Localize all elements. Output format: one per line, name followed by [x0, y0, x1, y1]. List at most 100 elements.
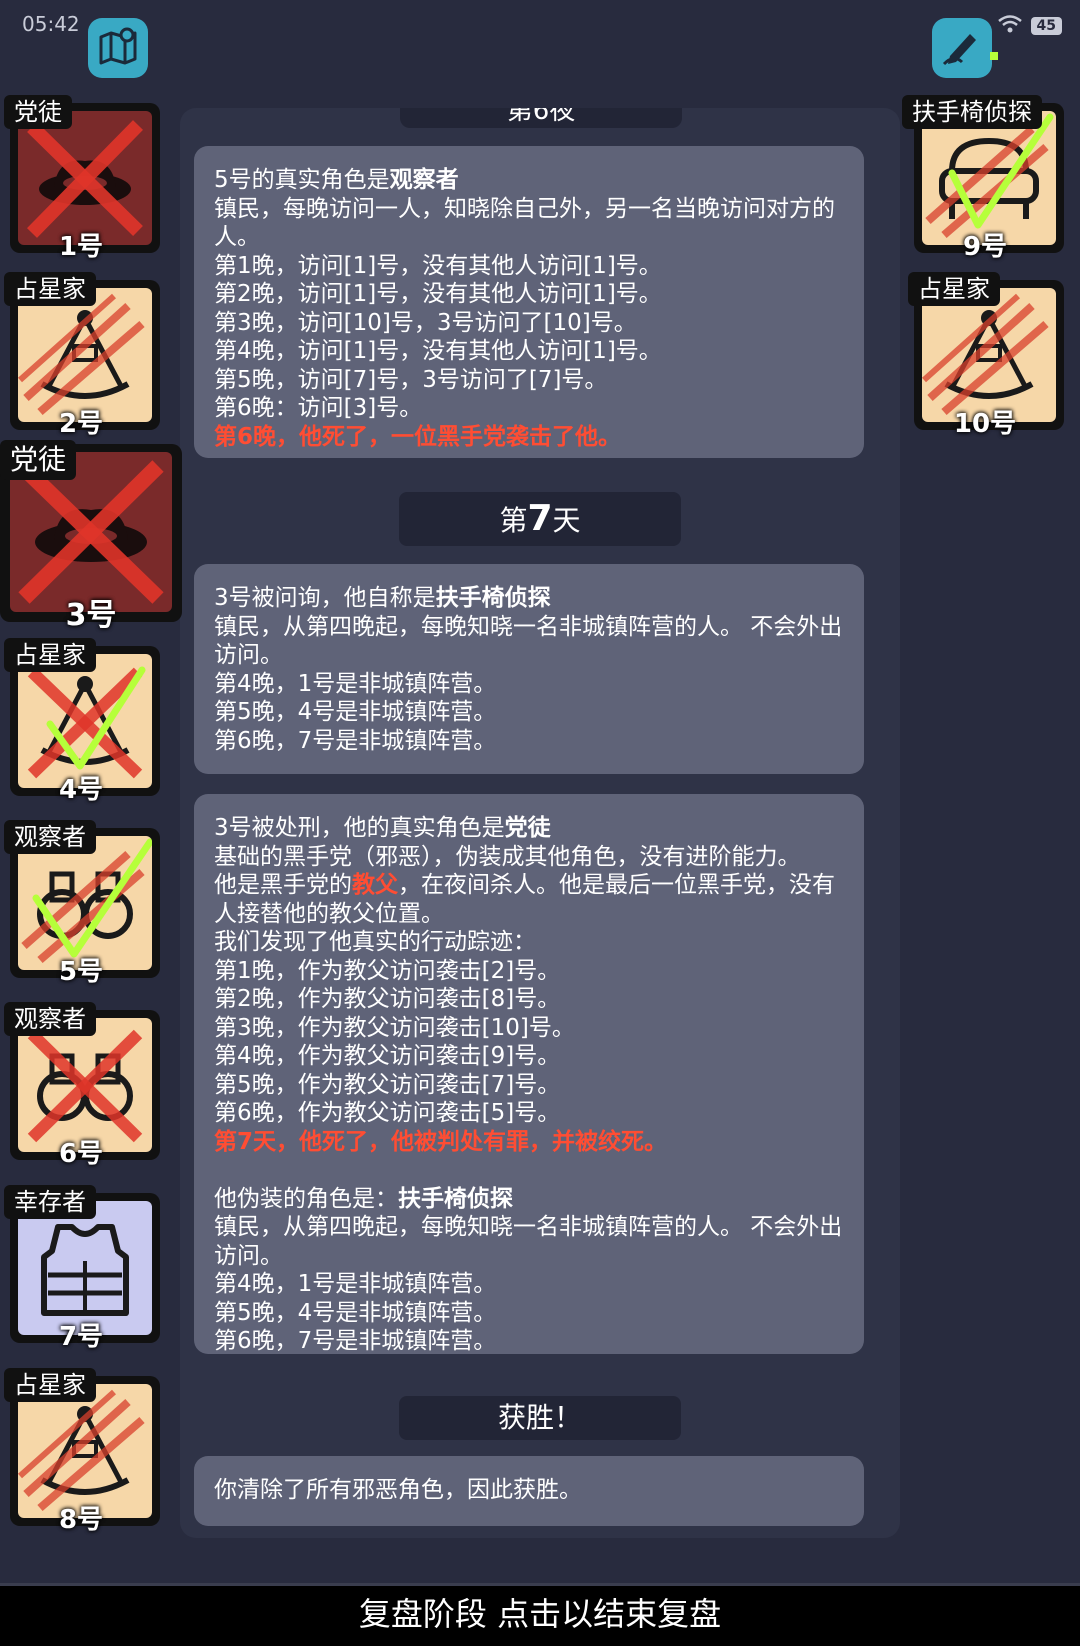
notification-dot	[990, 52, 998, 60]
player-number: 1号	[58, 232, 104, 262]
card-text: 第5晚，访问[7]号，3号访问了[7]号。	[214, 366, 608, 393]
player-number: 9号	[962, 232, 1008, 262]
player-5[interactable]: 观察者 5号	[2, 820, 160, 987]
card-text: 第2晚，访问[1]号，没有其他人访问[1]号。	[214, 281, 662, 307]
wifi-icon	[997, 14, 1023, 38]
battery-indicator: 45	[1030, 17, 1062, 35]
town-card	[18, 288, 152, 422]
role-tag: 占星家	[4, 272, 96, 306]
role-highlight: 教父	[352, 872, 398, 898]
mafia-card	[18, 111, 152, 245]
card-text: 第1晚，访问[1]号，没有其他人访问[1]号。	[214, 252, 662, 279]
card-text: 镇民，每晚访问一人，知晓除自己外，另一名当晚访问对方的人。	[214, 195, 835, 251]
card-text: 第1晚，作为教父访问袭击[2]号。	[214, 957, 561, 984]
role-name: 扶手椅侦探	[398, 1185, 513, 1212]
day-prefix: 第	[499, 504, 528, 537]
town-card	[18, 654, 152, 788]
role-tag: 占星家	[4, 1368, 96, 1402]
status-icons: 45	[997, 14, 1062, 38]
card-text: 第2晚，作为教父访问袭击[8]号。	[214, 986, 561, 1012]
card-text: 他是黑手党的	[214, 872, 352, 898]
town-card	[922, 288, 1056, 422]
card-text: 第6晚，7号是非城镇阵营。	[214, 1328, 497, 1354]
card-text: 我们发现了他真实的行动踪迹：	[214, 929, 536, 955]
role-tag: 观察者	[4, 820, 96, 854]
card-text: 5号的真实角色是	[214, 167, 390, 193]
card-text: 第6晚，作为教父访问袭击[5]号。	[214, 1100, 561, 1126]
player-number: 4号	[58, 775, 104, 805]
day-suffix: 天	[552, 504, 581, 537]
player-number: 2号	[58, 409, 104, 439]
card-text: 第5晚，作为教父访问袭击[7]号。	[214, 1071, 561, 1098]
card-text: 3号被处刑，他的真实角色是	[214, 815, 505, 841]
player-8[interactable]: 占星家 8号	[2, 1368, 160, 1535]
player-3-selected[interactable]: 党徒 3号	[0, 440, 182, 633]
card-text: 第4晚，1号是非城镇阵营。	[214, 670, 497, 697]
card-text: 你清除了所有邪恶角色，因此获胜。	[214, 1477, 582, 1503]
player-number: 6号	[58, 1139, 104, 1169]
card-text: 基础的黑手党（邪恶），伪装成其他角色，没有进阶能力。	[214, 843, 801, 870]
day-number: 7	[527, 498, 553, 539]
card-text: 镇民，从第四晚起，每晚知晓一名非城镇阵营的人。 不会外出访问。	[214, 1214, 843, 1269]
player-number: 8号	[58, 1505, 104, 1535]
role-name: 扶手椅侦探	[435, 585, 551, 611]
sextant-icon	[18, 293, 145, 416]
card-text: 第4晚，1号是非城镇阵营。	[214, 1271, 497, 1297]
role-tag: 幸存者	[4, 1185, 96, 1219]
replay-log-panel[interactable]: 第6夜 5号的真实角色是观察者 镇民，每晚访问一人，知晓除自己外，另一名当晚访问…	[180, 108, 900, 1538]
role-tag: 观察者	[4, 1002, 96, 1036]
player-6[interactable]: 观察者 6号	[2, 1002, 160, 1169]
armchair-icon	[925, 113, 1054, 239]
log-card-execution: 3号被处刑，他的真实角色是党徒 基础的黑手党（邪恶），伪装成其他角色，没有进阶能…	[194, 794, 864, 1354]
log-card-victory: 你清除了所有邪恶角色，因此获胜。	[194, 1456, 864, 1526]
day-header-partial: 第6夜	[400, 108, 682, 128]
binoculars-icon	[27, 1029, 143, 1143]
notes-button[interactable]	[932, 18, 998, 78]
role-tag: 占星家	[908, 272, 1000, 306]
map-icon	[97, 25, 139, 71]
death-text: 第6晚，他死了，一位黑手党袭击了他。	[214, 423, 622, 450]
victory-header: 获胜！	[399, 1396, 681, 1440]
role-name: 党徒	[504, 815, 551, 841]
card-text: 第3晚，作为教父访问袭击[10]号。	[214, 1014, 575, 1041]
card-text: 第3晚，访问[10]号，3号访问了[10]号。	[214, 309, 637, 336]
card-text: 第4晚，访问[1]号，没有其他人访问[1]号。	[214, 338, 662, 364]
player-10[interactable]: 占星家 10号	[906, 272, 1064, 439]
role-tag: 党徒	[0, 440, 77, 480]
town-card	[18, 1018, 152, 1152]
role-tag: 党徒	[4, 95, 72, 129]
player-number: 3号	[65, 598, 117, 633]
player-7[interactable]: 幸存者 7号	[2, 1185, 160, 1352]
day-7-header: 第7天	[399, 492, 681, 546]
death-text: 第7天，他死了，他被判处有罪，并被绞死。	[214, 1128, 668, 1155]
binoculars-icon	[21, 838, 152, 964]
role-tag: 扶手椅侦探	[902, 95, 1042, 129]
log-card-interrogation: 3号被问询，他自称是扶手椅侦探 镇民，从第四晚起，每晚知晓一名非城镇阵营的人。 …	[194, 564, 864, 774]
card-text: 第6晚：访问[3]号。	[214, 395, 423, 421]
card-text: 第5晚，4号是非城镇阵营。	[214, 1299, 497, 1326]
log-card-observer: 5号的真实角色是观察者 镇民，每晚访问一人，知晓除自己外，另一名当晚访问对方的人…	[194, 146, 864, 458]
card-text: 他伪装的角色是：	[214, 1185, 398, 1212]
vest-icon	[41, 1224, 129, 1316]
player-9[interactable]: 扶手椅侦探 9号	[902, 95, 1064, 262]
role-tag: 占星家	[4, 638, 96, 672]
town-card	[18, 836, 152, 970]
role-name: 观察者	[389, 167, 459, 193]
fedora-icon	[27, 120, 143, 238]
sextant-icon	[922, 293, 1049, 416]
player-4[interactable]: 占星家 4号	[2, 638, 160, 805]
player-number: 5号	[58, 957, 104, 987]
card-text: 第4晚，作为教父访问袭击[9]号。	[214, 1043, 561, 1069]
player-1[interactable]: 党徒 1号	[2, 95, 160, 262]
card-text: 第5晚，4号是非城镇阵营。	[214, 699, 497, 725]
end-replay-button[interactable]: 复盘阶段 点击以结束复盘	[0, 1583, 1080, 1646]
map-button[interactable]	[88, 18, 148, 78]
player-number: 10号	[953, 409, 1017, 439]
player-number: 7号	[58, 1322, 104, 1352]
card-text: 第6晚，7号是非城镇阵营。	[214, 727, 497, 754]
card-text: 镇民，从第四晚起，每晚知晓一名非城镇阵营的人。 不会外出访问。	[214, 613, 843, 669]
player-2[interactable]: 占星家 2号	[2, 272, 160, 439]
card-text: 3号被问询，他自称是	[214, 585, 436, 611]
town-card	[18, 1384, 152, 1518]
